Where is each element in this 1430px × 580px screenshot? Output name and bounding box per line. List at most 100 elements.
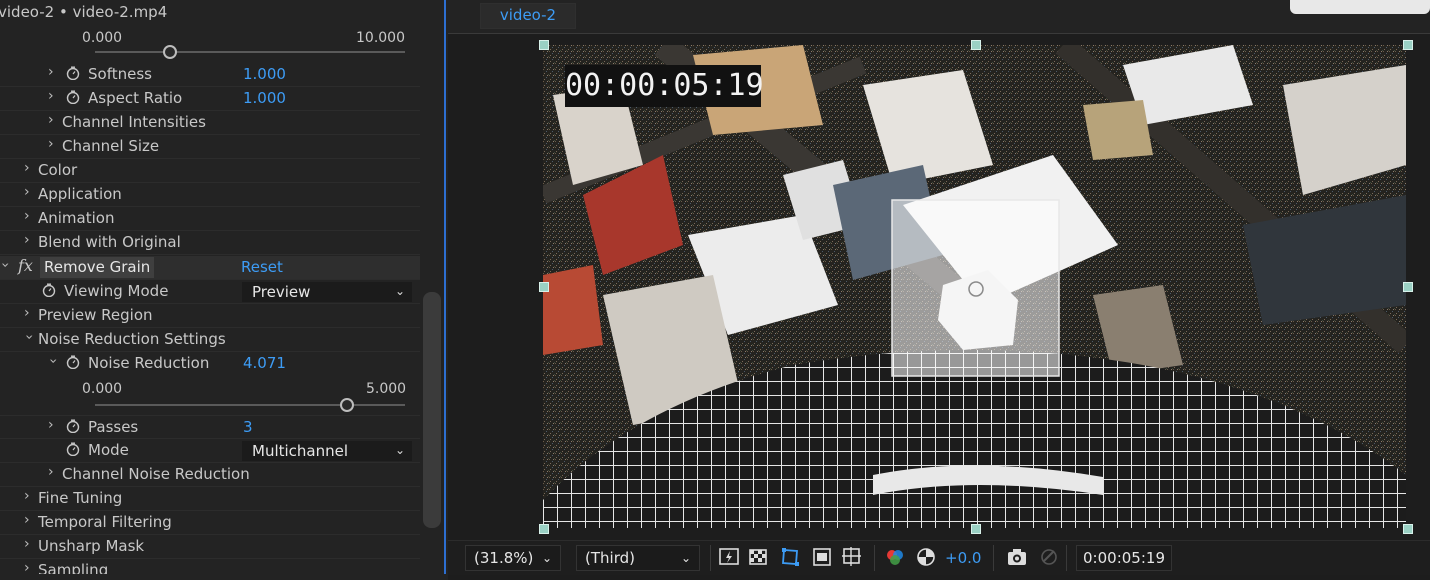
slider-track-2[interactable] xyxy=(95,404,405,406)
current-time-display[interactable]: 0:00:05:19 xyxy=(1076,545,1172,571)
row-temporal-filtering[interactable]: › Temporal Filtering xyxy=(0,511,420,535)
mask-path-visibility-icon[interactable] xyxy=(779,546,801,568)
preview-region-label: Preview Region xyxy=(38,306,153,324)
row-softness[interactable]: › Softness 1.000 xyxy=(0,63,420,87)
transform-handle[interactable] xyxy=(1403,524,1413,534)
chevron-right-icon[interactable]: › xyxy=(24,512,30,528)
timecode-overlay: 00:00:05:19 xyxy=(565,68,764,103)
chevron-right-icon[interactable]: › xyxy=(48,88,54,104)
chevron-right-icon[interactable]: › xyxy=(24,488,30,504)
stopwatch-icon[interactable] xyxy=(66,419,80,433)
chevron-right-icon[interactable]: › xyxy=(24,560,30,574)
row-sampling[interactable]: › Sampling xyxy=(0,559,420,574)
resolution-dropdown[interactable]: (Third) ⌄ xyxy=(576,545,700,571)
slider-knob-1[interactable] xyxy=(163,45,177,59)
row-effect-remove-grain[interactable]: › fx Remove Grain Reset xyxy=(0,256,420,280)
row-passes[interactable]: › Passes 3 xyxy=(0,415,420,439)
effect-name[interactable]: Remove Grain xyxy=(40,257,155,278)
mode-dropdown[interactable]: Multichannel ⌄ xyxy=(242,441,412,461)
row-viewing-mode[interactable]: Viewing Mode Preview ⌄ xyxy=(0,280,420,304)
toolbar-divider xyxy=(874,545,875,571)
transform-handle[interactable] xyxy=(1403,40,1413,50)
slider-min-label: 0.000 xyxy=(82,30,123,46)
transform-handle[interactable] xyxy=(539,40,549,50)
chevron-down-icon[interactable]: › xyxy=(21,334,37,340)
row-preview-region[interactable]: › Preview Region xyxy=(0,304,420,328)
chevron-right-icon[interactable]: › xyxy=(48,112,54,128)
chevron-right-icon[interactable]: › xyxy=(24,160,30,176)
fx-icon[interactable]: fx xyxy=(18,256,33,275)
channel-rgb-icon[interactable] xyxy=(884,546,906,568)
passes-label: Passes xyxy=(88,418,139,436)
unsharp-label: Unsharp Mask xyxy=(38,537,145,555)
chevron-right-icon[interactable]: › xyxy=(48,136,54,152)
row-channel-size[interactable]: › Channel Size xyxy=(0,135,420,159)
show-snapshot-icon[interactable] xyxy=(1038,546,1060,568)
slider-track-1[interactable] xyxy=(95,51,405,53)
row-color[interactable]: › Color xyxy=(0,159,420,183)
chevron-right-icon[interactable]: › xyxy=(48,417,54,433)
softness-value[interactable]: 1.000 xyxy=(243,65,286,83)
mode-label: Mode xyxy=(88,441,129,459)
aerial-city-image xyxy=(543,45,1406,528)
row-animation[interactable]: › Animation xyxy=(0,207,420,231)
aspect-ratio-value[interactable]: 1.000 xyxy=(243,89,286,107)
chevron-right-icon[interactable]: › xyxy=(48,464,54,480)
chevron-right-icon[interactable]: › xyxy=(24,305,30,321)
row-channel-noise-reduction[interactable]: › Channel Noise Reduction xyxy=(0,463,420,487)
slider-knob-2[interactable] xyxy=(340,398,355,412)
chevron-right-icon[interactable]: › xyxy=(24,184,30,200)
chevron-down-icon[interactable]: › xyxy=(0,262,13,268)
exposure-value[interactable]: +0.0 xyxy=(945,549,981,567)
chevron-down-icon: ⌄ xyxy=(394,443,405,457)
chevron-right-icon[interactable]: › xyxy=(24,208,30,224)
panel-title: video-2 • video-2.mp4 xyxy=(0,3,168,21)
fine-tuning-label: Fine Tuning xyxy=(38,489,123,507)
panel-scrollbar[interactable] xyxy=(423,292,441,528)
row-application[interactable]: › Application xyxy=(0,183,420,207)
transform-handle[interactable] xyxy=(539,524,549,534)
chevron-down-icon: ⌄ xyxy=(394,284,405,298)
reset-exposure-icon[interactable] xyxy=(915,546,937,568)
row-unsharp-mask[interactable]: › Unsharp Mask xyxy=(0,535,420,559)
transform-handle[interactable] xyxy=(539,282,549,292)
row-fine-tuning[interactable]: › Fine Tuning xyxy=(0,487,420,511)
row-channel-intensities[interactable]: › Channel Intensities xyxy=(0,111,420,135)
camera-snapshot-icon[interactable] xyxy=(1006,546,1028,568)
transform-handle[interactable] xyxy=(971,40,981,50)
stopwatch-icon[interactable] xyxy=(42,283,56,297)
chevron-right-icon[interactable]: › xyxy=(24,536,30,552)
stopwatch-icon[interactable] xyxy=(66,355,80,369)
zoom-value: (31.8%) xyxy=(474,549,534,567)
floating-window-edge xyxy=(1290,0,1430,14)
video-frame[interactable]: 00:00:05:19 xyxy=(543,45,1406,528)
region-of-interest-icon[interactable] xyxy=(811,546,833,568)
reset-link[interactable]: Reset xyxy=(241,258,283,276)
transform-handle[interactable] xyxy=(971,524,981,534)
tab-video-2[interactable]: video-2 xyxy=(480,3,576,29)
stopwatch-icon[interactable] xyxy=(66,66,80,80)
chevron-down-icon: ⌄ xyxy=(680,551,691,565)
passes-value[interactable]: 3 xyxy=(243,418,253,436)
row-noise-reduction-settings[interactable]: › Noise Reduction Settings xyxy=(0,328,420,352)
softness-label: Softness xyxy=(88,65,152,83)
slider-max-label: 5.000 xyxy=(366,381,407,397)
row-aspect-ratio[interactable]: › Aspect Ratio 1.000 xyxy=(0,87,420,111)
row-noise-reduction[interactable]: › Noise Reduction 4.071 xyxy=(0,352,420,376)
viewing-mode-dropdown[interactable]: Preview ⌄ xyxy=(242,282,412,302)
chevron-down-icon[interactable]: › xyxy=(45,358,61,364)
toolbar-divider xyxy=(710,545,711,571)
row-blend-with-original[interactable]: › Blend with Original xyxy=(0,231,420,255)
grid-guides-icon[interactable] xyxy=(841,546,863,568)
fast-previews-icon[interactable] xyxy=(718,546,740,568)
stopwatch-icon[interactable] xyxy=(66,90,80,104)
transparency-grid-icon[interactable] xyxy=(747,546,769,568)
transform-handle[interactable] xyxy=(1403,282,1413,292)
chevron-right-icon[interactable]: › xyxy=(48,64,54,80)
zoom-dropdown[interactable]: (31.8%) ⌄ xyxy=(465,545,561,571)
animation-label: Animation xyxy=(38,209,115,227)
chevron-right-icon[interactable]: › xyxy=(24,232,30,248)
row-mode[interactable]: Mode Multichannel ⌄ xyxy=(0,439,420,463)
stopwatch-icon[interactable] xyxy=(66,442,80,456)
noise-reduction-value[interactable]: 4.071 xyxy=(243,354,286,372)
